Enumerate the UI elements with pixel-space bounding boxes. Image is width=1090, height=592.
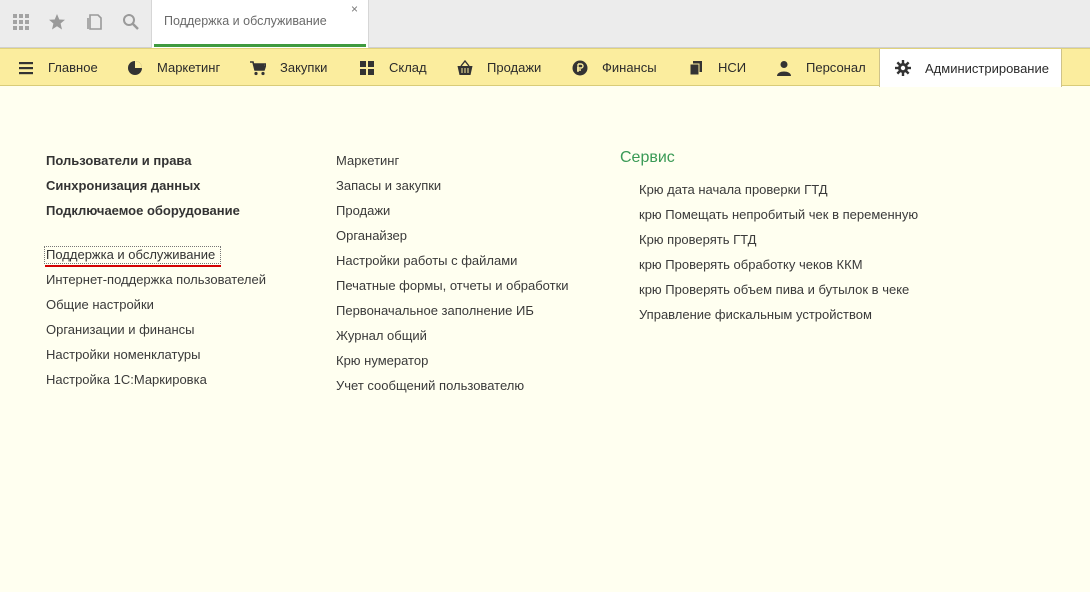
section-label: НСИ [718, 60, 747, 75]
link-users-and-rights[interactable]: Пользователи и права [46, 153, 191, 168]
link-internet-support[interactable]: Интернет-поддержка пользователей [46, 272, 266, 287]
section-label: Персонал [806, 60, 866, 75]
section-purchases[interactable]: Закупки [250, 49, 327, 86]
documents-icon [688, 60, 704, 76]
section-label: Склад [389, 60, 427, 75]
section-warehouse[interactable]: Склад [359, 49, 427, 86]
link-print-forms[interactable]: Печатные формы, отчеты и обработки [336, 278, 569, 293]
link-connected-equipment[interactable]: Подключаемое оборудование [46, 203, 240, 218]
sections-panel: Главное Маркетинг Закупки Склад Продажи … [0, 48, 1090, 87]
section-finance[interactable]: Финансы [572, 49, 657, 86]
section-nsi[interactable]: НСИ [688, 49, 746, 86]
cart-icon [250, 60, 266, 76]
ruble-coin-icon [572, 60, 588, 76]
link-service-check-gtd[interactable]: Крю проверять ГТД [639, 232, 756, 247]
service-heading: Сервис [620, 149, 675, 166]
link-organizations-finance[interactable]: Организации и финансы [46, 322, 195, 337]
link-file-settings[interactable]: Настройки работы с файлами [336, 253, 517, 268]
section-label: Закупки [280, 60, 328, 75]
link-organizer[interactable]: Органайзер [336, 228, 407, 243]
link-support-and-maintenance[interactable]: Поддержка и обслуживание [46, 247, 215, 262]
pie-chart-icon [127, 60, 143, 76]
section-personnel[interactable]: Персонал [776, 49, 866, 86]
menu-icon [18, 60, 34, 76]
history-icon[interactable] [80, 9, 110, 35]
link-service-unpunched-check[interactable]: крю Помещать непробитый чек в переменную [639, 207, 918, 222]
section-label: Маркетинг [157, 60, 221, 75]
link-marketing[interactable]: Маркетинг [336, 153, 399, 168]
top-bar: Поддержка и обслуживание × [0, 0, 1090, 48]
link-service-fiscal-device[interactable]: Управление фискальным устройством [639, 307, 872, 322]
warehouse-grid-icon [359, 60, 375, 76]
star-icon[interactable] [42, 9, 72, 35]
tab-support[interactable]: Поддержка и обслуживание × [151, 0, 369, 48]
link-service-check-beer-volume[interactable]: крю Проверять объем пива и бутылок в чек… [639, 282, 909, 297]
link-general-settings[interactable]: Общие настройки [46, 297, 154, 312]
link-kryu-numerator[interactable]: Крю нумератор [336, 353, 428, 368]
apps-grid-icon[interactable] [6, 9, 36, 35]
link-marking-settings[interactable]: Настройка 1С:Маркировка [46, 372, 207, 387]
link-nomenclature-settings[interactable]: Настройки номенклатуры [46, 347, 201, 362]
link-initial-fill[interactable]: Первоначальное заполнение ИБ [336, 303, 534, 318]
search-icon[interactable] [116, 9, 146, 35]
person-icon [776, 60, 792, 76]
link-data-sync[interactable]: Синхронизация данных [46, 178, 200, 193]
section-administration[interactable]: Администрирование [879, 49, 1062, 87]
close-icon[interactable]: × [351, 2, 358, 16]
link-service-gtd-start-date[interactable]: Крю дата начала проверки ГТД [639, 182, 828, 197]
link-sales[interactable]: Продажи [336, 203, 390, 218]
link-stock-and-purchases[interactable]: Запасы и закупки [336, 178, 441, 193]
active-tab-indicator [154, 44, 366, 47]
section-label: Финансы [602, 60, 657, 75]
section-main[interactable]: Главное [18, 49, 98, 86]
link-service-check-kkm[interactable]: крю Проверять обработку чеков ККМ [639, 257, 863, 272]
basket-icon [457, 59, 473, 76]
section-label: Главное [48, 60, 98, 75]
gear-icon [895, 60, 911, 76]
section-marketing[interactable]: Маркетинг [127, 49, 220, 86]
link-user-messages[interactable]: Учет сообщений пользователю [336, 378, 524, 393]
section-label: Продажи [487, 60, 542, 75]
section-label: Администрирование [925, 60, 1049, 76]
section-sales[interactable]: Продажи [457, 49, 541, 86]
highlight-underline [45, 265, 221, 267]
tab-label: Поддержка и обслуживание [164, 14, 327, 28]
link-general-journal[interactable]: Журнал общий [336, 328, 427, 343]
